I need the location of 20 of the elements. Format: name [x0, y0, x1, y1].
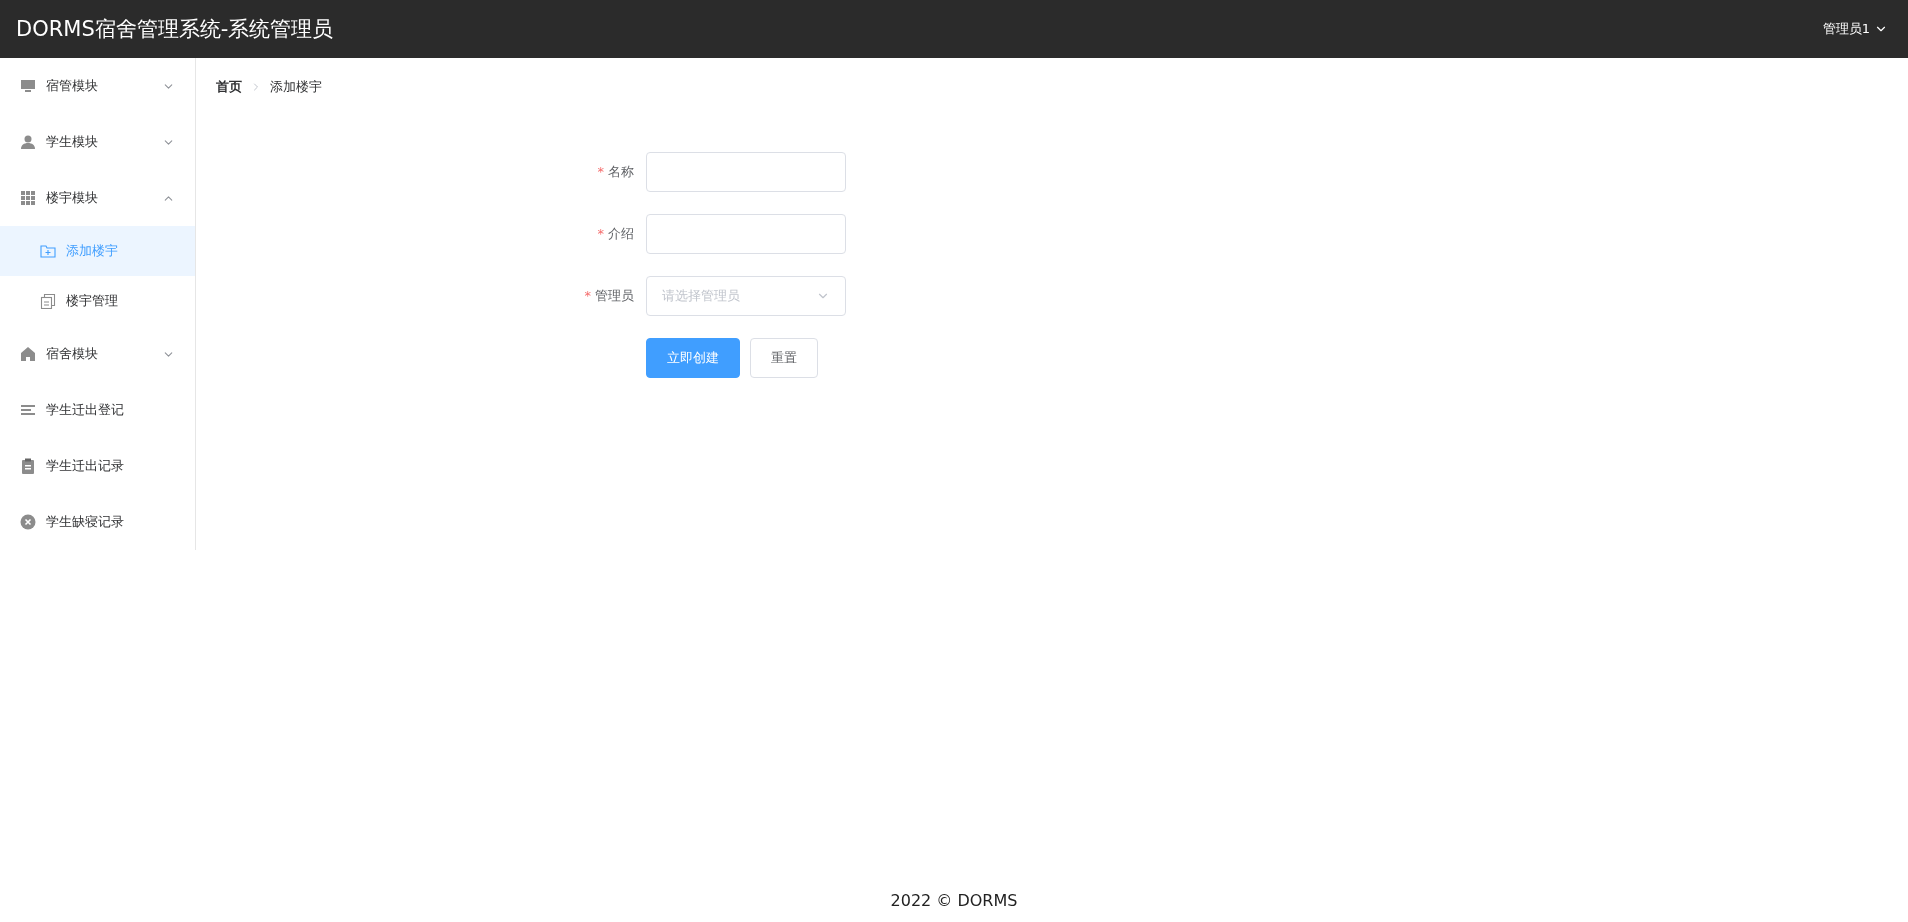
field-label: * 名称: [596, 163, 635, 181]
breadcrumb-item: 添加楼宇: [270, 78, 322, 96]
footer-text: 2022 © DORMS: [890, 890, 1018, 910]
close-circle-icon: [20, 514, 36, 530]
clipboard-icon: [20, 458, 36, 474]
user-icon: [20, 134, 36, 150]
user-menu[interactable]: 管理员1: [1822, 20, 1888, 38]
app-title: DORMS宿舍管理系统-系统管理员: [16, 16, 334, 43]
input-field[interactable]: [646, 214, 846, 254]
folder-plus-icon: [40, 243, 56, 259]
field-label: * 管理员: [583, 287, 635, 305]
grid-icon: [20, 190, 36, 206]
list-icon: [20, 402, 36, 418]
monitor-icon: [20, 78, 36, 94]
field-label: * 介绍: [596, 225, 635, 243]
copy-icon: [40, 293, 56, 309]
reset-button[interactable]: 重置: [750, 338, 818, 378]
input-field[interactable]: [646, 152, 846, 192]
home-icon: [20, 346, 36, 362]
breadcrumb-item[interactable]: 首页: [216, 78, 242, 96]
